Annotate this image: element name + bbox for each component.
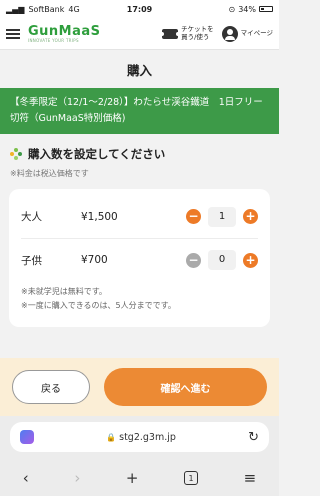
browser-address-bar: 🔒 stg2.g3m.jp ↻ (0, 416, 279, 460)
mypage-label: マイページ (240, 28, 273, 37)
signal-icon: ▂▄▆ (6, 4, 25, 14)
page-title: 購入 (126, 62, 152, 78)
quantity-card: 大人 ¥1,500 − 1 + 子供 ¥700 − 0 + ※未就学児は無料です… (9, 189, 270, 327)
browser-toolbar: ‹ › + 1 ≡ (0, 460, 279, 496)
new-tab-icon[interactable]: + (126, 469, 139, 487)
quantity-stepper: − 0 + (186, 250, 258, 270)
quantity-value: 1 (208, 206, 236, 227)
carrier-name: SoftBank (28, 4, 65, 14)
url-field[interactable]: 🔒 stg2.g3m.jp ↻ (10, 422, 269, 452)
ai-assistant-icon[interactable] (20, 430, 34, 444)
note-line: ※一度に購入できるのは、5人分までです。 (21, 301, 176, 310)
section-heading-text: 購入数を設定してください (28, 147, 166, 161)
ticket-row-adult: 大人 ¥1,500 − 1 + (21, 195, 258, 238)
reload-icon[interactable]: ↻ (248, 430, 259, 445)
lock-icon: 🔒 (106, 432, 117, 442)
back-arrow-icon[interactable]: ‹ (23, 469, 29, 487)
plus-icon[interactable]: + (243, 252, 258, 268)
mypage-button[interactable]: マイページ (221, 25, 273, 42)
quantity-value: 0 (208, 250, 236, 270)
ticket-price: ¥700 (81, 254, 108, 266)
confirm-button[interactable]: 確認へ進む (104, 368, 267, 406)
status-bar: ▂▄▆ SoftBank 4G 17:09 ⊙ 34% (0, 0, 279, 18)
logo-tagline: INNOVATE YOUR TRIPS (28, 37, 79, 43)
note-line: ※未就学児は無料です。 (21, 287, 107, 296)
forward-arrow-icon[interactable]: › (74, 469, 80, 487)
section-heading: 購入数を設定してください (0, 146, 279, 162)
minus-icon[interactable]: − (186, 252, 201, 268)
logo[interactable]: GunMaaS INNOVATE YOUR TRIPS (28, 25, 101, 43)
plus-icon[interactable]: + (243, 209, 258, 224)
orientation-lock-icon: ⊙ (228, 4, 236, 14)
purchase-notes: ※未就学児は無料です。 ※一度に購入できるのは、5人分までです。 (21, 285, 258, 313)
back-button[interactable]: 戻る (12, 370, 90, 404)
ticket-type-label: 大人 (21, 211, 42, 223)
ticket-price: ¥1,500 (81, 210, 118, 223)
quantity-stepper: − 1 + (186, 206, 258, 227)
ticket-label-line2: 買う/使う (181, 32, 210, 41)
buy-use-ticket-button[interactable]: チケットを 買う/使う (160, 25, 214, 42)
logo-name: GunMaaS (28, 23, 101, 39)
ticket-icon (160, 28, 181, 39)
site-header: GunMaaS INNOVATE YOUR TRIPS チケットを 買う/使う … (0, 18, 279, 50)
network-type: 4G (68, 4, 80, 14)
dots-icon (10, 148, 22, 160)
hamburger-icon[interactable] (6, 28, 20, 39)
battery-icon (259, 6, 273, 12)
url-text: 🔒 stg2.g3m.jp (34, 432, 248, 443)
user-icon (221, 25, 238, 42)
action-footer: 戻る 確認へ進む (0, 358, 279, 416)
tabs-count-icon[interactable]: 1 (184, 471, 199, 485)
tax-note: ※料金は税込価格です (10, 169, 89, 178)
ticket-row-child: 子供 ¥700 − 0 + (21, 238, 258, 281)
product-banner: 【冬季限定（12/1〜2/28）】わたらせ渓谷鐵道 1日フリー切符（GunMaa… (0, 88, 279, 134)
minus-icon[interactable]: − (186, 209, 201, 224)
status-time: 17:09 (126, 4, 153, 14)
menu-icon[interactable]: ≡ (244, 469, 257, 487)
ticket-type-label: 子供 (21, 254, 42, 267)
url-value: stg2.g3m.jp (119, 431, 176, 443)
battery-percent: 34% (238, 4, 256, 14)
